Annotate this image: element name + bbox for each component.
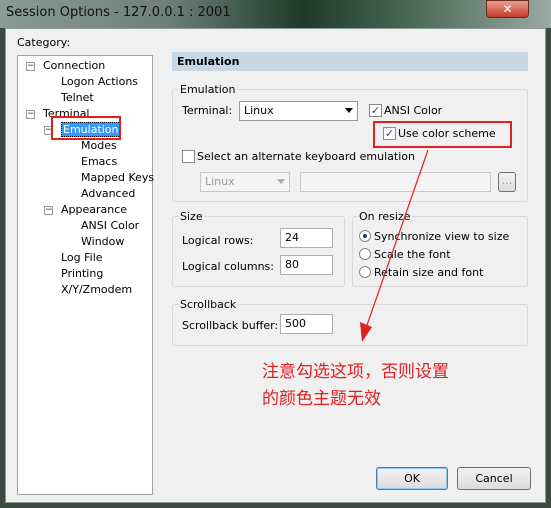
annotation-arrow [360, 149, 429, 342]
annotation-line-1: 注意勾选这项，否则设置 [262, 362, 449, 382]
cancel-button[interactable]: Cancel [457, 467, 531, 490]
ok-button[interactable]: OK [376, 467, 448, 490]
annotation-line-2: 的颜色主题无效 [262, 389, 381, 409]
